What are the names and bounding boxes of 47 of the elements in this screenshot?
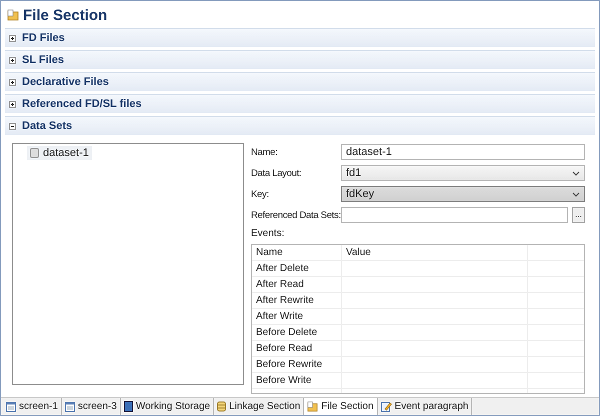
section-header[interactable]: Data Sets [5, 116, 595, 135]
table-cell: Before Rewrite [252, 357, 342, 372]
expand-icon[interactable] [9, 122, 16, 130]
cylinder-icon [217, 401, 226, 412]
tree-item[interactable]: dataset-1 [27, 146, 92, 160]
table-cell: After Read [252, 277, 342, 292]
pencil-icon [380, 401, 392, 412]
table-cell: After Delete [252, 261, 342, 276]
column-header: Value [342, 245, 528, 260]
table-cell: After Write [252, 309, 342, 324]
section-header[interactable]: FD Files [5, 28, 595, 47]
folder-icon [7, 9, 19, 21]
editor-tab[interactable]: screen-1 [3, 398, 62, 415]
form-icon [6, 402, 16, 412]
input-field[interactable] [341, 207, 568, 223]
dropdown[interactable]: fdKey [341, 186, 585, 202]
expand-icon[interactable] [9, 56, 16, 64]
table-cell: Before Write [252, 373, 342, 388]
editor-tab[interactable]: Working Storage [120, 398, 214, 415]
chevron-icon [572, 192, 580, 196]
form-icon [64, 402, 75, 412]
section-header[interactable]: Declarative Files [5, 72, 595, 91]
page-title: File Section [23, 6, 108, 24]
dropdown[interactable]: fd1 [341, 165, 585, 181]
expand-icon[interactable] [9, 100, 16, 108]
field-label: Key: [251, 188, 270, 200]
chevron-icon [572, 170, 580, 176]
table-cell: After Rewrite [252, 293, 342, 308]
name-field[interactable]: dataset-1 [341, 144, 585, 160]
section-header[interactable]: SL Files [5, 50, 595, 69]
events-label: Events: [251, 228, 286, 239]
editor-tab[interactable]: Event paragraph [378, 398, 472, 415]
editor-tab[interactable]: screen-3 [62, 398, 121, 415]
field-label: Name: [251, 146, 278, 158]
expand-icon[interactable] [9, 78, 16, 86]
field-label: Data Layout: [251, 168, 302, 178]
editor-tab[interactable]: File Section [304, 398, 378, 415]
expand-icon[interactable] [9, 34, 16, 42]
folder-icon [307, 401, 318, 412]
field-label: Referenced Data Sets: [251, 210, 341, 220]
column-header: Name [252, 245, 342, 260]
database-icon [124, 401, 133, 412]
table-cell: Before Delete [252, 325, 342, 340]
table-cell: Before Read [252, 341, 342, 356]
section-header[interactable]: Referenced FD/SL files [5, 94, 595, 113]
dataset-icon [30, 148, 39, 158]
browse-button[interactable]: ... [572, 207, 585, 223]
